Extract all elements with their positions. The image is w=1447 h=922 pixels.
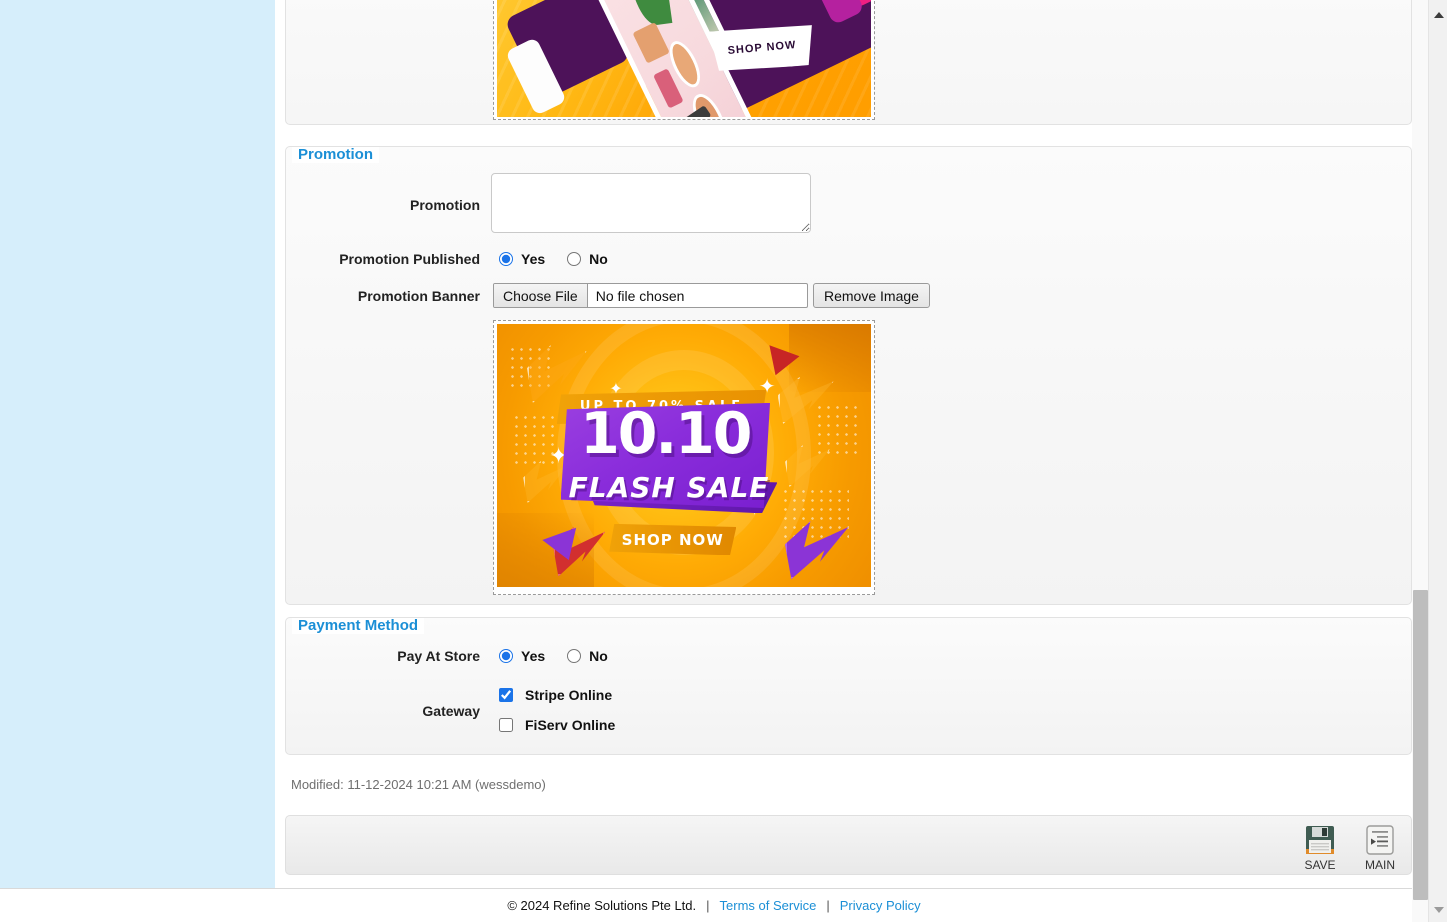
pay-at-store-no-label: No bbox=[589, 648, 608, 664]
pay-at-store-label: Pay At Store bbox=[397, 648, 480, 664]
flash-sale-corner-top-right bbox=[788, 324, 871, 393]
footer-separator-1: | bbox=[706, 898, 710, 913]
save-button-label: SAVE bbox=[1304, 858, 1336, 872]
promotion-banner-file-input[interactable]: Choose File No file chosen bbox=[493, 283, 808, 308]
inner-scrollbar-thumb[interactable] bbox=[1413, 590, 1428, 900]
footer-separator-2: | bbox=[826, 898, 830, 913]
payment-method-panel bbox=[285, 617, 1412, 755]
promotion-published-no-radio[interactable] bbox=[567, 252, 582, 266]
halftone-dots-right bbox=[814, 402, 860, 456]
remove-image-button[interactable]: Remove Image bbox=[813, 283, 930, 308]
floppy-disk-icon bbox=[1306, 826, 1334, 854]
left-sidebar bbox=[0, 0, 275, 888]
browser-scrollbar-track[interactable] bbox=[1428, 0, 1447, 922]
stripe-online-label: Stripe Online bbox=[525, 687, 613, 703]
gateway-option-stripe[interactable]: Stripe Online bbox=[499, 687, 615, 703]
pay-at-store-radios: Yes No bbox=[499, 648, 630, 664]
makeup-brush bbox=[670, 106, 711, 117]
footer-copyright: © 2024 Refine Solutions Pte Ltd. bbox=[507, 898, 697, 913]
flash-sale-headline: 10.10 bbox=[580, 400, 752, 467]
chevron-down-icon bbox=[1433, 906, 1444, 913]
gateway-label: Gateway bbox=[422, 703, 480, 719]
promotion-banner-frame: ✦ ✦ ✦ ✦ UP TO 70% SALE 10.10 FLASH SALE … bbox=[493, 320, 875, 595]
fiserv-online-checkbox[interactable] bbox=[499, 718, 513, 732]
promotion-published-label: Promotion Published bbox=[339, 251, 480, 267]
scrollbar-up-arrow[interactable] bbox=[1429, 6, 1447, 23]
action-toolbar: SAVE MAIN bbox=[285, 815, 1412, 875]
promotion-banner-label: Promotion Banner bbox=[357, 288, 480, 304]
gateway-checkbox-group: Stripe Online FiServ Online bbox=[499, 687, 615, 733]
choose-file-button[interactable]: Choose File bbox=[494, 284, 588, 307]
promotion-published-radios: Yes No bbox=[499, 251, 630, 267]
promotion-published-yes-radio[interactable] bbox=[499, 252, 513, 266]
terms-of-service-link[interactable]: Terms of Service bbox=[720, 898, 817, 913]
promotion-legend: Promotion bbox=[292, 147, 379, 163]
page-footer: © 2024 Refine Solutions Pte Ltd. | Terms… bbox=[0, 889, 1428, 922]
flash-sale-subline: FLASH SALE bbox=[568, 471, 770, 505]
app-root: SUPER SALE SHOP NOW Promotion Promotion … bbox=[0, 0, 1447, 922]
inner-scrollbar-track[interactable] bbox=[1412, 0, 1428, 922]
promotion-published-no-label: No bbox=[589, 251, 608, 267]
promotion-input[interactable] bbox=[491, 173, 811, 233]
fiserv-online-label: FiServ Online bbox=[525, 717, 616, 733]
promotion-field-label: Promotion bbox=[410, 197, 480, 213]
store-banner-frame: SUPER SALE SHOP NOW bbox=[493, 0, 875, 120]
main-menu-list-icon bbox=[1366, 825, 1394, 855]
modified-stamp: Modified: 11-12-2024 10:21 AM (wessdemo) bbox=[291, 777, 546, 792]
makeup-palette-1 bbox=[631, 22, 670, 65]
store-banner-image: SUPER SALE SHOP NOW bbox=[497, 0, 871, 117]
flash-sale-cta: SHOP NOW bbox=[609, 523, 737, 556]
scrollbar-down-arrow[interactable] bbox=[1429, 901, 1447, 918]
stripe-online-checkbox[interactable] bbox=[499, 688, 513, 702]
privacy-policy-link[interactable]: Privacy Policy bbox=[840, 898, 921, 913]
promotion-banner-image: ✦ ✦ ✦ ✦ UP TO 70% SALE 10.10 FLASH SALE … bbox=[497, 324, 871, 587]
main-content: SUPER SALE SHOP NOW Promotion Promotion … bbox=[278, 0, 1428, 888]
payment-method-legend: Payment Method bbox=[292, 618, 425, 634]
chevron-up-icon bbox=[1433, 11, 1444, 18]
main-button[interactable]: MAIN bbox=[1354, 824, 1406, 872]
gateway-option-fiserv[interactable]: FiServ Online bbox=[499, 717, 615, 733]
main-button-label: MAIN bbox=[1365, 858, 1395, 872]
save-button[interactable]: SAVE bbox=[1294, 824, 1346, 872]
chosen-file-text: No file chosen bbox=[595, 287, 685, 304]
pay-at-store-yes-radio[interactable] bbox=[499, 649, 513, 663]
pay-at-store-yes-label: Yes bbox=[521, 648, 546, 664]
promotion-published-yes-label: Yes bbox=[521, 251, 546, 267]
pay-at-store-no-radio[interactable] bbox=[567, 649, 582, 663]
